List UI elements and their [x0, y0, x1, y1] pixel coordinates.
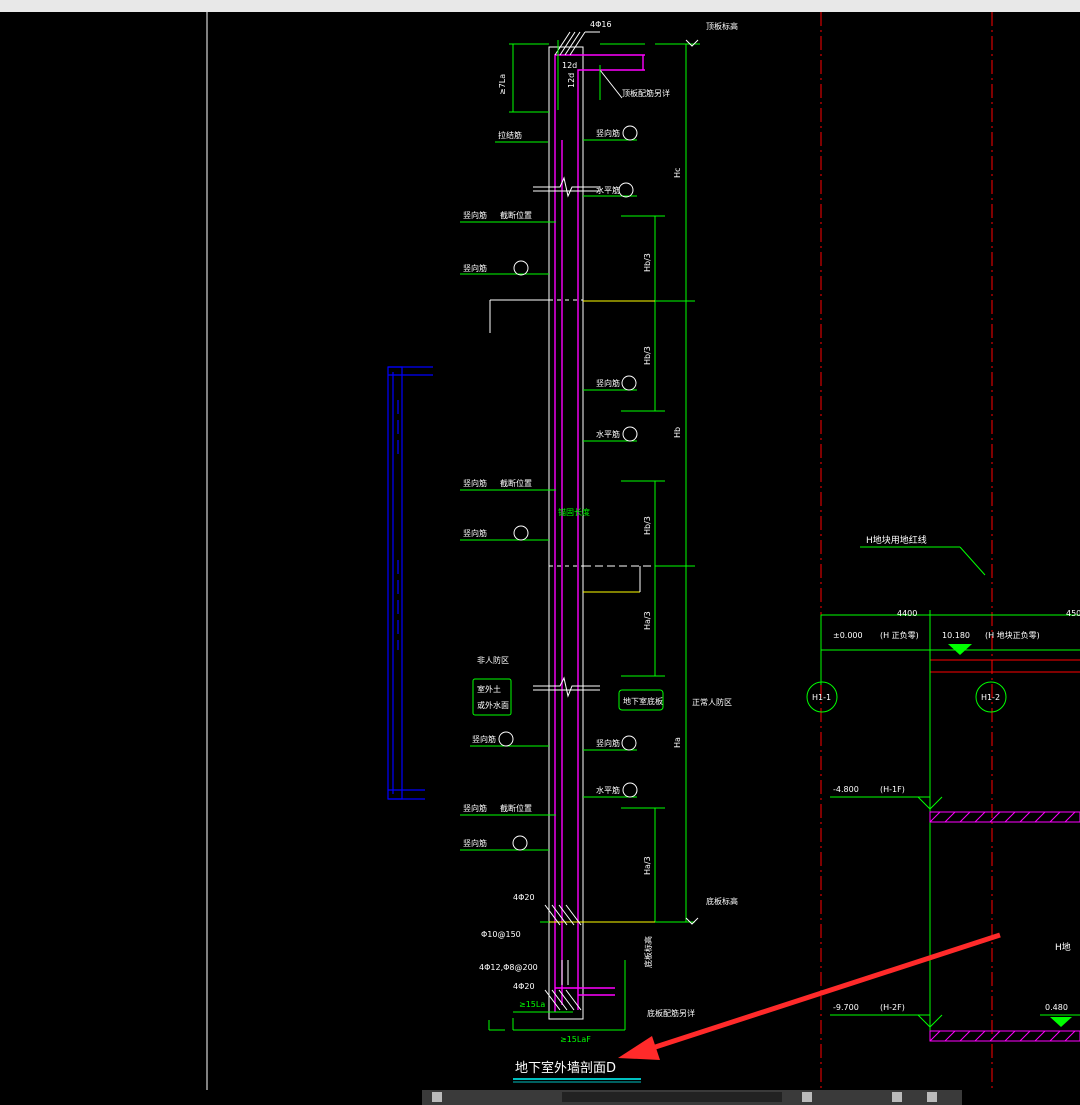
section-title: 地下室外墙剖面D [515, 1060, 616, 1076]
label-tie-bar: 拉结筋 [498, 130, 522, 140]
label-vert-1: 竖向筋 [596, 128, 620, 138]
wall-section [460, 31, 700, 1031]
label-vert-7: 竖向筋 [463, 838, 487, 848]
label-dim-450: 450 [1066, 609, 1080, 618]
label-bars-mid: 4Φ12,Φ8@200 [479, 963, 538, 972]
label-elev-0-note: (H 正负零) [880, 630, 919, 640]
label-bottom-rebar-b: 4Φ20 [513, 982, 535, 991]
label-elev-10180: 10.180 [942, 631, 970, 640]
label-anchor-15b: ≥15LaF [560, 1035, 591, 1044]
label-defense: 正常人防区 [692, 697, 732, 707]
label-anchor-la: ≥7La [498, 74, 507, 95]
axis-label-h1-1: H1-1 [812, 693, 831, 702]
label-elev-m9700-note: (H-2F) [880, 1003, 905, 1012]
label-bottom-level: 底板标高 [706, 896, 738, 906]
toolbar-icon-3[interactable] [892, 1092, 902, 1102]
label-hb3-b: Hb/3 [643, 346, 652, 365]
level-triangles [948, 644, 1072, 1027]
label-elev-0: ±0.000 [833, 631, 863, 640]
label-horiz-3: 水平筋 [596, 785, 620, 795]
label-dim-4400: 4400 [897, 609, 917, 618]
label-elev-m4800-note: (H-1F) [880, 785, 905, 794]
label-elev-10180-note: (H 地块正负零) [985, 630, 1040, 640]
label-top-rebar: 4Φ16 [590, 20, 612, 29]
label-hb: Hb [673, 427, 682, 438]
window-title-bar [0, 0, 1080, 12]
label-ha3-b: Ha/3 [643, 856, 652, 875]
label-basement-plate: 地下室底板 [623, 696, 663, 706]
label-outdoor-2: 或外水面 [477, 700, 509, 710]
label-anchor-note: 锚固长度 [558, 507, 590, 517]
label-hb3-a: Hb/3 [643, 253, 652, 272]
label-non-defense: 非人防区 [477, 655, 509, 665]
label-redline: H地块用地红线 [866, 534, 927, 546]
label-top-level: 顶板标高 [706, 21, 738, 31]
label-outdoor-1: 室外土 [477, 684, 501, 694]
toolbar-icon-2[interactable] [802, 1092, 812, 1102]
label-top-slab-rebar: 顶板配筋另详 [622, 88, 670, 98]
label-hc: Hc [673, 168, 682, 178]
label-elev-0480: 0.480 [1045, 1003, 1068, 1012]
label-ha: Ha [673, 737, 682, 748]
label-cut-pos-a: 截断位置 [500, 210, 532, 220]
label-vert-2: 竖向筋 [463, 263, 487, 273]
label-12d-a: 12d [562, 61, 577, 70]
label-hb3-c: Hb/3 [643, 516, 652, 535]
axis-label-h1-2: H1-2 [981, 693, 1000, 702]
label-vert-3: 竖向筋 [596, 378, 620, 388]
label-bottom-slab-rebar: 底板配筋另详 [647, 1008, 695, 1018]
toolbar-icon-1[interactable] [432, 1092, 442, 1102]
cad-drawing-canvas[interactable]: 4Φ16 顶板标高 ≥7La 12d 12d 顶板配筋另详 拉结筋 竖向筋 水平… [0, 12, 1080, 1090]
label-vert-cut-a: 竖向筋 [463, 210, 487, 220]
command-toolbar[interactable] [422, 1090, 962, 1105]
label-12d-b: 12d [567, 73, 576, 88]
label-horiz-1: 水平筋 [596, 185, 620, 195]
label-cut-pos-b: 截断位置 [500, 478, 532, 488]
label-vert-cut-c: 竖向筋 [463, 803, 487, 813]
command-input[interactable] [562, 1092, 782, 1102]
label-ha3-a: Ha/3 [643, 611, 652, 630]
label-cut-pos-c: 截断位置 [500, 803, 532, 813]
label-horiz-2: 水平筋 [596, 429, 620, 439]
label-vert-5: 竖向筋 [472, 734, 496, 744]
label-bottom-note: 底板标高 [643, 936, 653, 968]
blue-wall-elevation [387, 366, 433, 800]
grid-lines [820, 12, 1080, 1090]
label-elev-m4800: -4.800 [833, 785, 859, 794]
label-anchor-15a: ≥15La [519, 1000, 545, 1009]
label-vert-6: 竖向筋 [596, 738, 620, 748]
toolbar-icon-4[interactable] [927, 1092, 937, 1102]
label-vert-4: 竖向筋 [463, 528, 487, 538]
label-vert-cut-b: 竖向筋 [463, 478, 487, 488]
label-stirrup: Φ10@150 [481, 930, 521, 939]
label-h-plot: H地 [1055, 941, 1071, 953]
label-elev-m9700: -9.700 [833, 1003, 859, 1012]
label-bottom-rebar-a: 4Φ20 [513, 893, 535, 902]
